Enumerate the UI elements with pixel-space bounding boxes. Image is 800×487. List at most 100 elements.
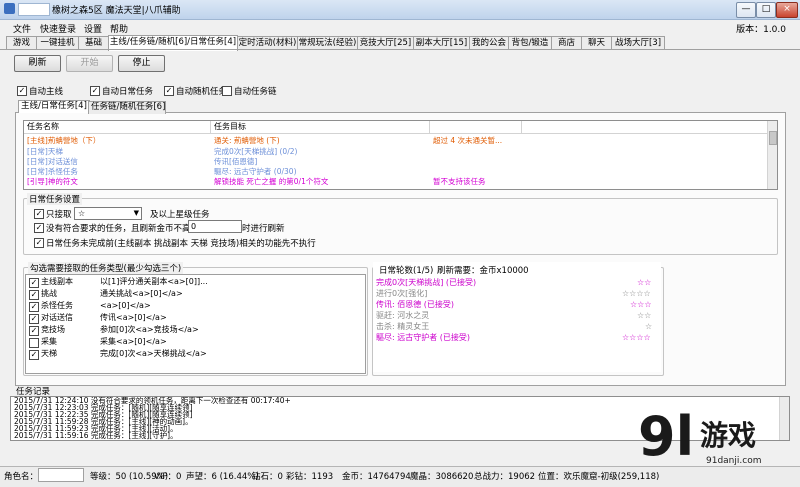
start-button[interactable]: 开始 xyxy=(66,55,113,72)
subtab-main-daily[interactable]: 主线/日常任务[4] xyxy=(18,100,90,113)
tab-my-guild[interactable]: 我的公会 xyxy=(469,36,509,50)
type-kill-name: 杀怪任务 xyxy=(41,301,73,310)
fame-stat: 声望：6 (16.44%) xyxy=(186,472,259,482)
crystal-stat: 魔晶：3086620 xyxy=(410,472,474,482)
table-row[interactable]: [日常]天梯 xyxy=(27,147,207,157)
type-ladder-checkbox[interactable]: ✓ xyxy=(29,350,39,360)
auto-random-label: 自动随机任务 xyxy=(176,87,228,97)
star-select-value: ☆ xyxy=(78,209,86,218)
position-stat: 位置：欢乐魔窟-初级(259,118) xyxy=(538,472,660,482)
daily-item-stars: ☆☆ xyxy=(637,311,652,320)
type-arena-name: 竞技场 xyxy=(41,325,65,334)
tab-dungeon-hall[interactable]: 副本大厅[15] xyxy=(413,36,470,50)
table-row[interactable]: [日常]对话送信 xyxy=(27,157,207,167)
skip-rule-checkbox[interactable]: ✓ xyxy=(34,238,44,248)
table-cell-goal: 完成0次[天梯挑战] (0/2) xyxy=(214,147,298,156)
scroll-thumb[interactable] xyxy=(769,131,777,145)
refresh-gold-input[interactable]: 0 xyxy=(188,220,242,233)
col-quest-goal[interactable]: 任务目标 xyxy=(211,121,430,134)
daily-item: 驅尽: 远古守护者 (已接受) xyxy=(376,333,471,342)
tab-chat[interactable]: 聊天 xyxy=(581,36,612,50)
daily-item: 进行0次[强化] xyxy=(376,289,428,298)
version-label: 版本：1.0.0 xyxy=(736,25,786,35)
refresh-rule-checkbox[interactable]: ✓ xyxy=(34,223,44,233)
vip-stat: VIP：0 xyxy=(154,472,182,482)
refresh-rule-label: 没有符合要求的任务，且刷新金币不高于 xyxy=(46,224,200,234)
refresh-cost-label: 刷新需要：金币x10000 xyxy=(437,266,529,276)
refresh-rule-suffix: 时进行刷新 xyxy=(242,224,285,234)
menu-file[interactable]: 文件 xyxy=(13,22,31,35)
stop-button[interactable]: 停止 xyxy=(118,55,165,72)
auto-chain-label: 自动任务链 xyxy=(234,87,277,97)
type-gather-checkbox[interactable] xyxy=(29,338,39,348)
table-row[interactable]: [引导]神的符文 xyxy=(27,177,207,187)
close-button[interactable]: × xyxy=(776,2,798,18)
auto-daily-label: 自动日常任务 xyxy=(102,87,154,97)
type-dialog-desc: 传讯<a>[0]</a> xyxy=(100,313,167,322)
tab-arena-hall[interactable]: 竞技大厅[25] xyxy=(357,36,414,50)
star-level-select[interactable]: ☆ ▼ xyxy=(74,207,142,220)
type-main-dungeon-checkbox[interactable]: ✓ xyxy=(29,278,39,288)
table-row[interactable]: [主线]荊蚺營地（下） xyxy=(27,136,207,146)
gold-stat: 金币：14764794 xyxy=(342,472,411,482)
col-quest-extra[interactable] xyxy=(522,121,770,134)
daily-item: 完成0次[天梯挑战] (已接受) xyxy=(376,278,477,287)
character-name-field xyxy=(38,468,84,482)
tab-timed-events[interactable]: 定时活动(材料) xyxy=(237,36,298,50)
watermark-logo-number: 9l xyxy=(638,405,695,468)
auto-main-checkbox[interactable]: ✓ xyxy=(17,86,27,96)
type-arena-desc: 参加[0]次<a>竞技场</a> xyxy=(100,325,199,334)
col-quest-name[interactable]: 任务名称 xyxy=(24,121,211,134)
daily-item-stars: ☆☆☆☆ xyxy=(622,289,651,298)
minimize-button[interactable]: — xyxy=(736,2,756,18)
type-challenge-checkbox[interactable]: ✓ xyxy=(29,290,39,300)
refresh-button[interactable]: 刷新 xyxy=(14,55,61,72)
watermark-url: 91danji.com xyxy=(706,456,762,466)
daily-round-label: 日常轮数(1/5) xyxy=(379,266,434,276)
daily-item-stars: ☆☆ xyxy=(637,278,652,287)
menu-settings[interactable]: 设置 xyxy=(84,22,102,35)
menu-quick-login[interactable]: 快速登录 xyxy=(40,22,76,35)
tab-basic[interactable]: 基础 xyxy=(78,36,109,50)
chevron-down-icon: ▼ xyxy=(133,209,139,217)
daily-item-stars: ☆☆☆☆ xyxy=(622,333,651,342)
tab-shop[interactable]: 商店 xyxy=(551,36,582,50)
log-scrollbar[interactable] xyxy=(779,397,789,440)
daily-item: 驱赶: 河水之灵 xyxy=(376,311,430,320)
auto-chain-checkbox[interactable] xyxy=(222,86,232,96)
type-dialog-checkbox[interactable]: ✓ xyxy=(29,314,39,324)
log-line: 2015/7/31 11:59:16 完成任务：[主线][守护]。 xyxy=(14,431,178,440)
type-ladder-desc: 完成[0]次<a>天梯挑战</a> xyxy=(100,349,207,358)
type-arena-checkbox[interactable]: ✓ xyxy=(29,326,39,336)
auto-daily-checkbox[interactable]: ✓ xyxy=(90,86,100,96)
tab-bag-forge[interactable]: 背包/锻造 xyxy=(508,36,552,50)
tab-one-click[interactable]: 一键挂机 xyxy=(36,36,79,50)
daily-settings-label: 日常任务设置 xyxy=(27,193,83,205)
col-quest-note[interactable] xyxy=(430,121,522,134)
character-name-label: 角色名： xyxy=(4,472,39,482)
auto-random-checkbox[interactable]: ✓ xyxy=(164,86,174,96)
tab-battlefield[interactable]: 战场大厅[3] xyxy=(611,36,665,50)
daily-item: 传讯: 佰恩德 (已接受) xyxy=(376,300,455,309)
type-ladder-name: 天梯 xyxy=(41,349,57,358)
table-row[interactable]: [日常]杀怪任务 xyxy=(27,167,207,177)
type-gather-desc: 采集<a>[0]</a> xyxy=(100,337,167,346)
quest-table-scrollbar[interactable] xyxy=(767,121,777,189)
type-main-dungeon-name: 主线副本 xyxy=(41,277,73,286)
only-accept-checkbox[interactable]: ✓ xyxy=(34,209,44,219)
maximize-button[interactable]: □ xyxy=(756,2,776,18)
tab-regular-play[interactable]: 常规玩法(经验) xyxy=(297,36,358,50)
menu-help[interactable]: 帮助 xyxy=(110,22,128,35)
tab-divider xyxy=(0,49,800,50)
table-cell-goal: 通关: 荊蚺營地 (下) xyxy=(214,136,280,145)
type-kill-checkbox[interactable]: ✓ xyxy=(29,302,39,312)
table-cell-goal: 驅尽: 远古守护者 (0/30) xyxy=(214,167,297,176)
title-edit-box[interactable] xyxy=(18,3,50,16)
type-challenge-desc: 通关挑战<a>[0]</a> xyxy=(100,289,183,298)
subtab-chain-random[interactable]: 任务链/随机任务[6] xyxy=(88,101,166,114)
daily-item-stars: ☆ xyxy=(645,322,653,331)
star-suffix-label: 及以上星级任务 xyxy=(150,210,210,220)
daily-item: 击杀: 精灵女王 xyxy=(376,322,430,331)
tab-game[interactable]: 游戏 xyxy=(6,36,37,50)
type-main-dungeon-desc: 以[1]评分通关副本<a>[0]]... xyxy=(100,277,208,286)
